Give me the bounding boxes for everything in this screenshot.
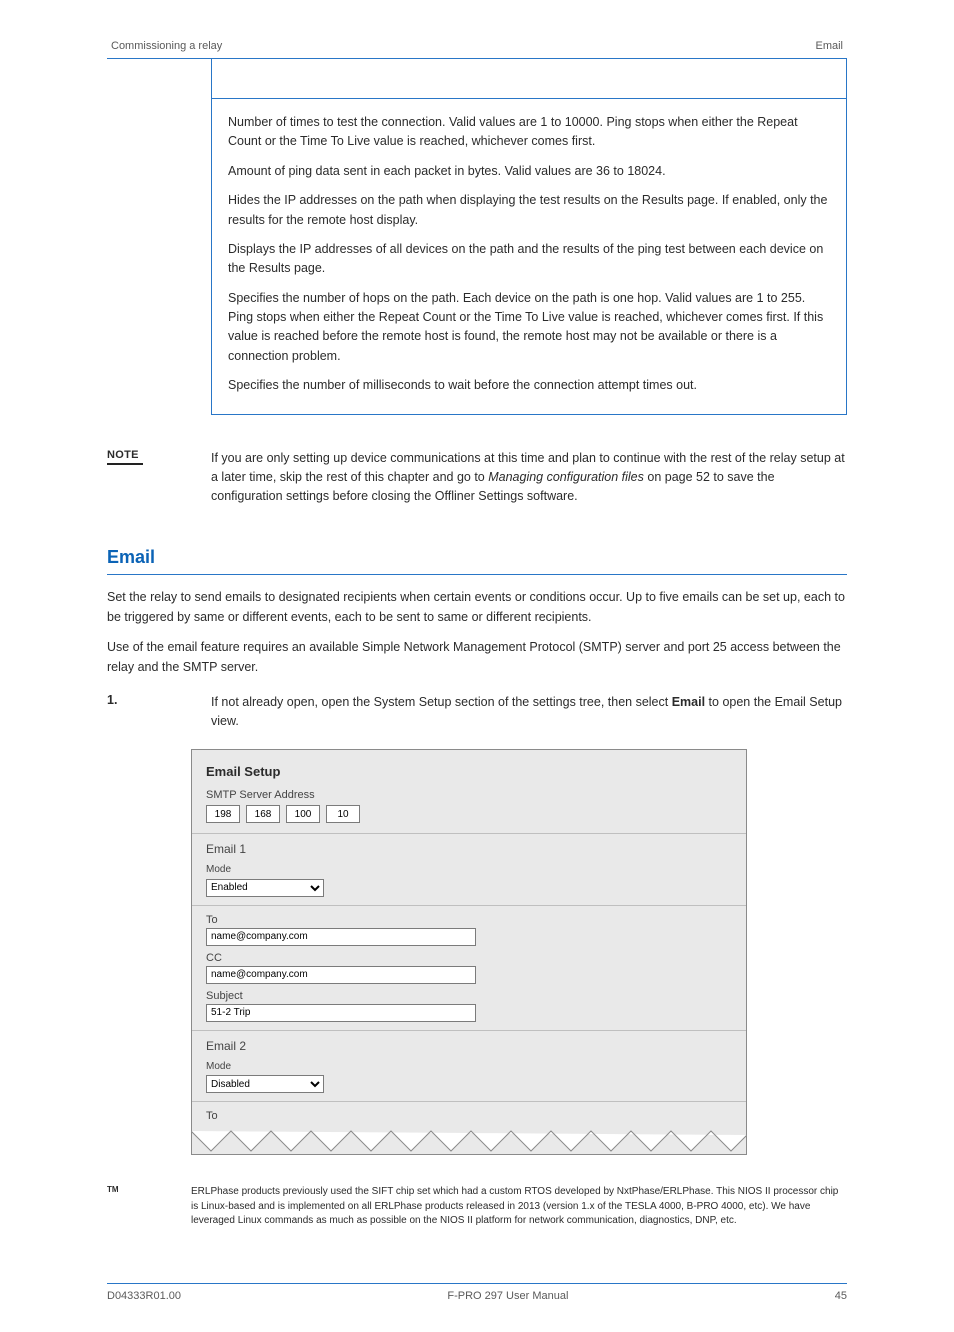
smtp-label: SMTP Server Address	[206, 789, 732, 801]
note-label-text: NOTE	[107, 449, 139, 461]
step-number: 1.	[107, 693, 211, 732]
section-body: Set the relay to send emails to designat…	[107, 587, 847, 677]
note-underline	[107, 463, 143, 465]
email-setup-screenshot: Email Setup SMTP Server Address Email 1 …	[191, 749, 747, 1155]
note-text: If you are only setting up device commun…	[211, 449, 847, 507]
ip-octet-3[interactable]	[286, 805, 320, 823]
step-text-bold: Email	[672, 695, 705, 709]
parameter-box-body: Number of times to test the connection. …	[212, 99, 846, 414]
parameter-box-head	[212, 59, 846, 99]
section-para: Use of the email feature requires an ava…	[107, 637, 847, 677]
note-label: NOTE	[107, 449, 211, 465]
smtp-ip-row	[206, 805, 732, 823]
email2-heading: Email 2	[206, 1039, 732, 1053]
separator	[192, 1030, 746, 1031]
tm-text: ERLPhase products previously used the SI…	[191, 1185, 847, 1229]
param-text: Specifies the number of milliseconds to …	[228, 376, 830, 395]
email1-mode-select[interactable]: Enabled	[206, 879, 324, 897]
runhdr-right: Email	[815, 40, 843, 52]
footer-left: D04333R01.00	[107, 1290, 181, 1302]
footer-center: F-PRO 297 User Manual	[447, 1290, 568, 1302]
shot-title: Email Setup	[206, 764, 732, 779]
section-title: Email	[107, 547, 847, 568]
tm-mark: TM	[107, 1185, 191, 1229]
ip-octet-4[interactable]	[326, 805, 360, 823]
separator	[192, 833, 746, 834]
email1-subject-label: Subject	[206, 990, 732, 1002]
email1-cc-label: CC	[206, 952, 732, 964]
section-rule	[107, 574, 847, 575]
trademark-note: TM ERLPhase products previously used the…	[107, 1185, 847, 1229]
note-text-ital: Managing configuration files	[488, 470, 644, 484]
param-text: Specifies the number of hops on the path…	[228, 289, 830, 367]
torn-edge	[191, 1129, 747, 1155]
separator	[192, 1101, 746, 1102]
left-gutter	[107, 59, 211, 415]
parameter-box: Number of times to test the connection. …	[211, 59, 847, 415]
email1-to-label: To	[206, 914, 732, 926]
email2-mode-label: Mode	[206, 1061, 732, 1072]
step-1: 1. If not already open, open the System …	[107, 693, 847, 732]
email1-heading: Email 1	[206, 842, 732, 856]
email1-to-input[interactable]	[206, 928, 476, 946]
ip-octet-2[interactable]	[246, 805, 280, 823]
email2-to-label: To	[206, 1110, 732, 1122]
step-text-pre: If not already open, open the System Set…	[211, 695, 672, 709]
param-text: Number of times to test the connection. …	[228, 113, 830, 152]
step-text: If not already open, open the System Set…	[211, 693, 847, 732]
param-text: Amount of ping data sent in each packet …	[228, 162, 830, 181]
email1-subject-input[interactable]	[206, 1004, 476, 1022]
email1-mode-label: Mode	[206, 864, 732, 875]
param-text: Hides the IP addresses on the path when …	[228, 191, 830, 230]
note-block: NOTE If you are only setting up device c…	[107, 449, 847, 507]
section-para: Set the relay to send emails to designat…	[107, 587, 847, 627]
footer-right: 45	[835, 1290, 847, 1302]
ip-octet-1[interactable]	[206, 805, 240, 823]
email1-cc-input[interactable]	[206, 966, 476, 984]
page-footer: D04333R01.00 F-PRO 297 User Manual 45	[107, 1284, 847, 1302]
separator	[192, 905, 746, 906]
param-text: Displays the IP addresses of all devices…	[228, 240, 830, 279]
running-header: Commissioning a relay Email	[107, 40, 847, 58]
email2-mode-select[interactable]: Disabled	[206, 1075, 324, 1093]
runhdr-left: Commissioning a relay	[111, 40, 222, 52]
